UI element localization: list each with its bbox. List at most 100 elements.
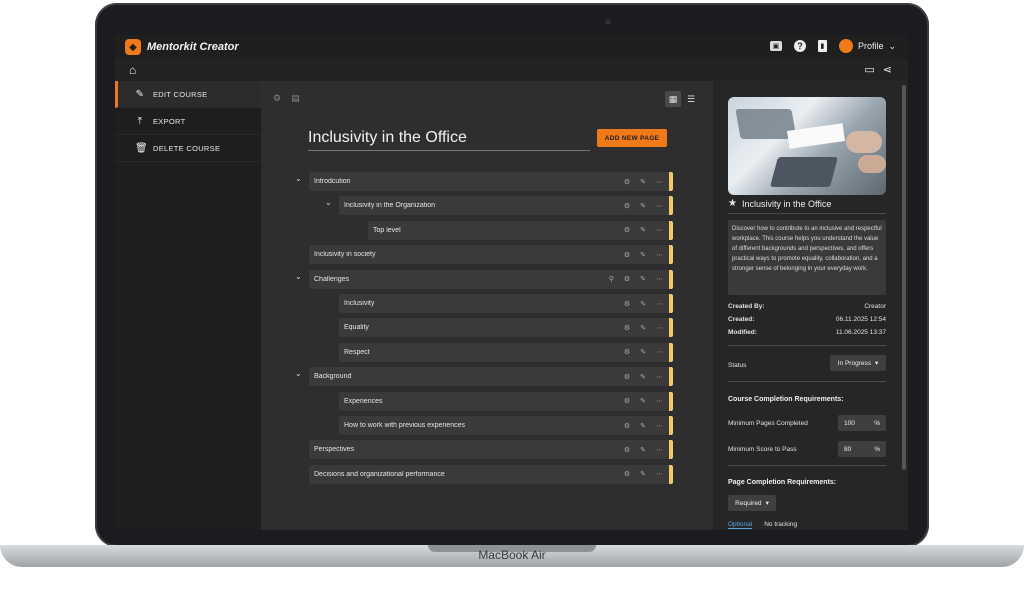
gear-icon[interactable]: ⚙ bbox=[624, 226, 630, 234]
tree-node[interactable]: Perspectives ⚙ ✎ ⋯ bbox=[309, 440, 673, 460]
min-score-input[interactable]: 80 % bbox=[838, 441, 886, 457]
chevron-down-icon[interactable]: ⌄ bbox=[295, 369, 302, 378]
top-bar: ◆ Mentorkit Creator ▣ ? ▮ Profile ⌄ bbox=[115, 35, 908, 59]
more-icon[interactable]: ⋯ bbox=[656, 300, 663, 308]
page-req-select[interactable]: Required ▾ bbox=[728, 495, 776, 511]
tree-node[interactable]: Experiences ⚙ ✎ ⋯ bbox=[339, 391, 673, 411]
pencil-icon[interactable]: ✎ bbox=[640, 178, 646, 186]
divider bbox=[728, 381, 886, 382]
more-icon[interactable]: ⋯ bbox=[656, 202, 663, 210]
tree-node-label: Inclusivity bbox=[344, 300, 375, 307]
more-icon[interactable]: ⋯ bbox=[656, 275, 663, 283]
chevron-down-icon[interactable]: ⌄ bbox=[325, 198, 332, 207]
pin-icon[interactable]: ⚲ bbox=[609, 275, 614, 283]
tree-node[interactable]: Decisions and organizational performance… bbox=[309, 464, 673, 484]
more-icon[interactable]: ⋯ bbox=[656, 324, 663, 332]
pencil-icon[interactable]: ✎ bbox=[640, 446, 646, 454]
tree-node-label: Inclusivity in society bbox=[314, 251, 376, 259]
tree-node-label: Introdcution bbox=[314, 178, 351, 185]
tree-node[interactable]: How to work with previous experiences ⚙ ✎ ⋯ bbox=[339, 416, 673, 435]
course-title-input[interactable]: Inclusivity in the Office bbox=[308, 129, 590, 151]
clipboard-icon[interactable]: ▤ bbox=[291, 93, 300, 104]
pencil-icon[interactable]: ✎ bbox=[640, 422, 646, 430]
course-req-heading: Course Completion Requirements: bbox=[728, 396, 844, 403]
pencil-icon[interactable]: ✎ bbox=[640, 373, 646, 381]
tab-no-tracking[interactable]: No tracking bbox=[764, 521, 797, 529]
more-icon[interactable]: ⋯ bbox=[656, 178, 663, 186]
preview-icon[interactable]: ▭ bbox=[864, 63, 874, 76]
more-icon[interactable]: ⋯ bbox=[656, 226, 663, 234]
help-icon[interactable]: ? bbox=[793, 40, 806, 52]
chevron-down-icon[interactable]: ⌄ bbox=[295, 272, 302, 281]
tree-node[interactable]: Challenges ⚲ ⚙ ✎ ⋯ bbox=[309, 269, 673, 289]
caret-down-icon: ▾ bbox=[874, 360, 879, 367]
sidebar-item-delete-course[interactable]: 🗑 DELETE COURSE bbox=[115, 135, 261, 162]
gear-icon[interactable]: ⚙ bbox=[624, 373, 630, 381]
pencil-icon[interactable]: ✎ bbox=[640, 324, 646, 332]
share-icon[interactable]: ⋖ bbox=[883, 63, 892, 76]
pencil-icon[interactable]: ✎ bbox=[640, 397, 646, 405]
sidebar-item-edit-course[interactable]: ✎ EDIT COURSE bbox=[115, 81, 261, 108]
sidebar: ✎ EDIT COURSE ⤒ EXPORT 🗑 DELETE COURSE bbox=[115, 81, 261, 530]
more-icon[interactable]: ⋯ bbox=[656, 348, 663, 356]
gear-icon[interactable]: ⚙ bbox=[624, 275, 630, 283]
tree-node[interactable]: Inclusivity ⚙ ✎ ⋯ bbox=[339, 294, 673, 313]
tree-node[interactable]: Top level ⚙ ✎ ⋯ bbox=[368, 220, 673, 240]
pencil-icon[interactable]: ✎ bbox=[640, 300, 646, 308]
gear-icon[interactable]: ⚙ bbox=[624, 300, 630, 308]
min-pages-input[interactable]: 100 % bbox=[838, 415, 886, 431]
gear-icon[interactable]: ⚙ bbox=[624, 446, 630, 454]
editor-tools: ⚙ ▤ bbox=[273, 93, 300, 104]
more-icon[interactable]: ⋯ bbox=[656, 470, 663, 478]
course-thumbnail[interactable] bbox=[728, 97, 886, 195]
panel-scrollbar[interactable] bbox=[902, 85, 906, 470]
tree-node[interactable]: Respect ⚙ ✎ ⋯ bbox=[339, 342, 673, 362]
tree-node-label: Inclusivity in the Organization bbox=[344, 202, 436, 210]
tree-node[interactable]: Introdcution ⚙ ✎ ⋯ bbox=[309, 172, 673, 191]
home-icon[interactable]: ⌂ bbox=[129, 63, 136, 77]
pencil-icon[interactable]: ✎ bbox=[640, 251, 646, 259]
book-icon[interactable]: ▮ bbox=[817, 40, 827, 52]
add-new-page-button[interactable]: ADD NEW PAGE bbox=[597, 129, 667, 147]
status-select[interactable]: In Progress ▾ bbox=[830, 355, 886, 371]
pencil-icon[interactable]: ✎ bbox=[640, 202, 646, 210]
grid-view-icon[interactable]: ▦ bbox=[665, 91, 681, 107]
tree-node[interactable]: Inclusivity in the Organization ⚙ ✎ ⋯ bbox=[339, 196, 673, 216]
more-icon[interactable]: ⋯ bbox=[656, 422, 663, 430]
tab-optional[interactable]: Optional bbox=[728, 521, 753, 529]
more-icon[interactable]: ⋯ bbox=[656, 251, 663, 259]
tree-node-label: Background bbox=[314, 373, 352, 381]
tree-node[interactable]: Equality ⚙ ✎ ⋯ bbox=[339, 318, 673, 338]
more-icon[interactable]: ⋯ bbox=[656, 373, 663, 381]
more-icon[interactable]: ⋯ bbox=[656, 446, 663, 454]
gear-icon[interactable]: ⚙ bbox=[624, 470, 630, 478]
more-icon[interactable]: ⋯ bbox=[656, 397, 663, 405]
gear-icon[interactable]: ⚙ bbox=[624, 348, 630, 356]
pencil-icon[interactable]: ✎ bbox=[640, 348, 646, 356]
gear-icon[interactable]: ⚙ bbox=[624, 251, 630, 259]
course-description[interactable]: Discover how to contribute to an inclusi… bbox=[728, 220, 886, 295]
sub-bar-actions: ▭ ⋖ bbox=[864, 63, 892, 76]
gear-icon[interactable]: ⚙ bbox=[624, 202, 630, 210]
gear-icon[interactable]: ⚙ bbox=[624, 178, 630, 186]
folder-image-icon[interactable]: ▣ bbox=[769, 41, 782, 51]
panel-course-title: Inclusivity in the Office bbox=[741, 198, 832, 209]
gear-icon[interactable]: ⚙ bbox=[624, 422, 630, 430]
sidebar-item-export[interactable]: ⤒ EXPORT bbox=[115, 108, 261, 135]
gear-icon[interactable]: ⚙ bbox=[624, 397, 630, 405]
pencil-icon[interactable]: ✎ bbox=[640, 470, 646, 478]
brand[interactable]: ◆ Mentorkit Creator bbox=[125, 39, 239, 55]
star-icon[interactable]: ★ bbox=[728, 198, 737, 209]
tree-node-label: Equality bbox=[344, 324, 369, 332]
pencil-icon[interactable]: ✎ bbox=[640, 226, 646, 234]
chevron-down-icon[interactable]: ⌄ bbox=[295, 174, 302, 183]
tree-node[interactable]: Background ⚙ ✎ ⋯ bbox=[309, 367, 673, 387]
tree-node[interactable]: Inclusivity in society ⚙ ✎ ⋯ bbox=[309, 245, 673, 265]
profile-menu[interactable]: Profile ⌄ bbox=[838, 39, 896, 53]
meta-created-by: Created By: Creator bbox=[728, 303, 886, 310]
tree-node-label: Top level bbox=[373, 226, 401, 234]
gear-icon[interactable]: ⚙ bbox=[273, 93, 281, 104]
gear-icon[interactable]: ⚙ bbox=[624, 324, 630, 332]
list-view-icon[interactable]: ☰ bbox=[683, 91, 699, 107]
pencil-icon[interactable]: ✎ bbox=[640, 275, 646, 283]
